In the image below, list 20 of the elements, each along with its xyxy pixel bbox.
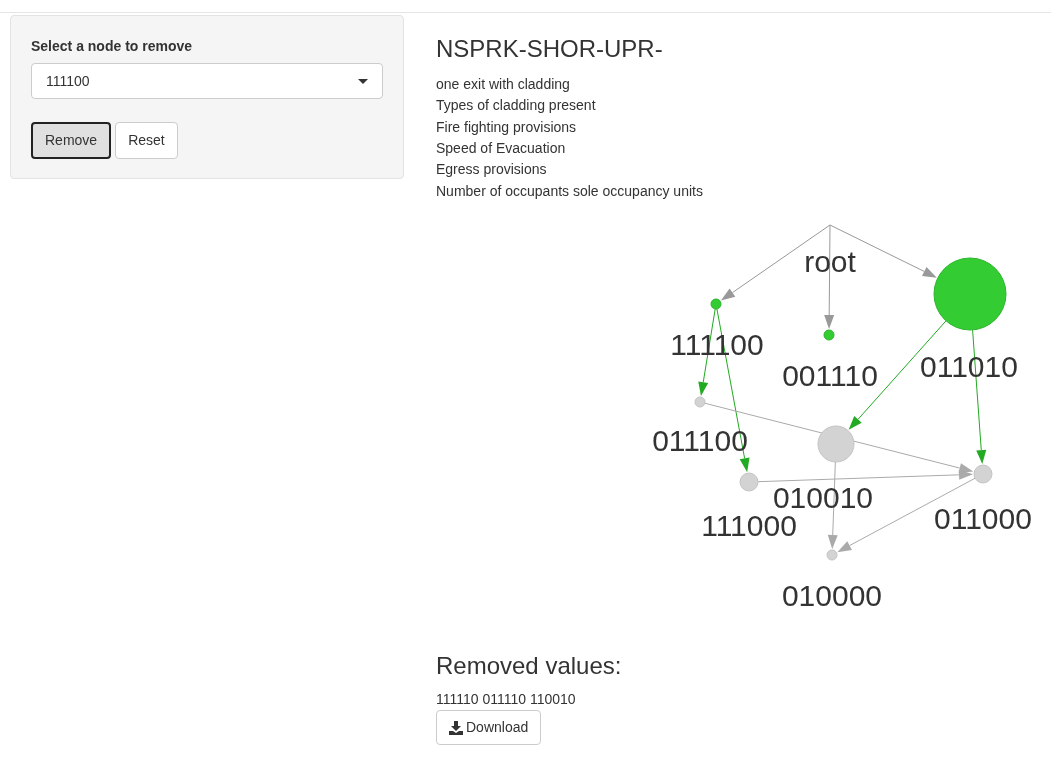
node-label: 001110: [782, 359, 878, 393]
reset-button[interactable]: Reset: [115, 122, 178, 159]
criterion-text: Egress provisions: [436, 161, 547, 178]
remove-button[interactable]: Remove: [31, 122, 112, 159]
select-label: Select a node to remove: [31, 37, 193, 56]
criterion-text: Speed of Evacuation: [436, 140, 566, 156]
node-label: 010000: [781, 579, 883, 611]
node-label: root: [804, 245, 856, 279]
download-icon: [449, 720, 463, 735]
criterion-text: Fire fighting provisions: [436, 118, 577, 135]
node-select[interactable]: 111100: [31, 63, 383, 99]
criterion-text: Types of cladding present: [436, 97, 596, 114]
section-heading: Removed values:: [436, 652, 623, 682]
removed-values: 111110 011110 110010: [436, 690, 577, 710]
caret-icon: [358, 78, 368, 84]
page-title: NSPRK-SHOR-UPR-: [436, 35, 664, 64]
node-label: 011000: [934, 502, 1032, 536]
criterion-text: Number of occupants sole occupancy units: [436, 182, 703, 199]
download-button[interactable]: Download: [436, 710, 542, 746]
criterion-text: one exit with cladding: [436, 75, 570, 92]
